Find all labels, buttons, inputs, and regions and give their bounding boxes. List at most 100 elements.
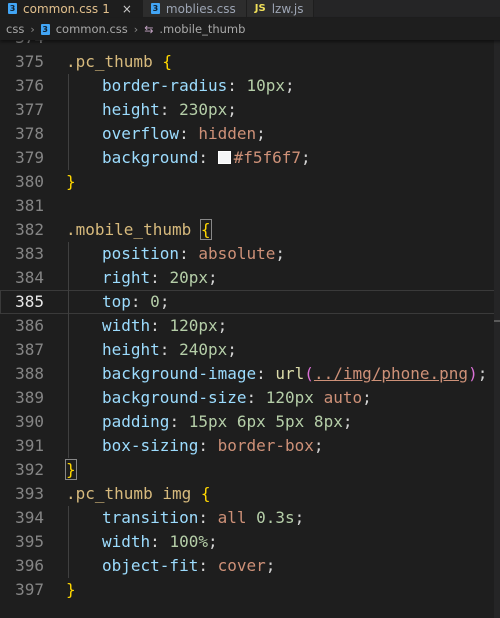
line-number: 396: [15, 556, 44, 575]
tab-lzw-js[interactable]: JS lzw.js: [246, 0, 315, 17]
semicolon: ;: [275, 244, 286, 263]
css-url-link[interactable]: ../img/phone.png: [314, 364, 468, 383]
css-rule-header: .pc_thumb img {: [66, 482, 211, 506]
code-line[interactable]: 380}: [0, 170, 500, 194]
css-declaration: background-image: url(../img/phone.png);: [102, 362, 487, 386]
line-number: 397: [15, 580, 44, 599]
code-line[interactable]: 397}: [0, 578, 500, 602]
breadcrumb-folder[interactable]: css: [6, 22, 24, 36]
code-line[interactable]: 379 background: #f5f6f7;: [0, 146, 500, 170]
line-number: 392: [15, 460, 44, 479]
open-brace: {: [200, 484, 211, 503]
css-file-icon: 3: [150, 3, 160, 14]
colon: :: [198, 508, 218, 527]
modified-count-badge: 1: [102, 1, 110, 16]
code-editor[interactable]: 374375.pc_thumb {376border-radius: 10px;…: [0, 40, 500, 618]
css-value: border-box: [217, 436, 314, 455]
code-line[interactable]: 383 position: absolute;: [0, 242, 500, 266]
code-line[interactable]: 395 width: 100%;: [0, 530, 500, 554]
line-number: 381: [15, 196, 44, 215]
code-line[interactable]: 388 background-image: url(../img/phone.pn…: [0, 362, 500, 386]
close-brace-wrap: }: [65, 458, 77, 482]
semicolon: ;: [285, 76, 295, 95]
css-property: background-size: [102, 388, 247, 407]
code-line[interactable]: 389 background-size: 120px auto;: [0, 386, 500, 410]
css-property: transition: [102, 508, 199, 527]
colon: :: [227, 76, 247, 95]
indent-guide: [68, 362, 69, 386]
code-line[interactable]: 374: [0, 40, 500, 50]
semicolon: ;: [265, 556, 276, 575]
semicolon: ;: [294, 508, 305, 527]
indent-guide: [68, 266, 69, 290]
line-number: 382: [15, 220, 44, 239]
colon: :: [179, 124, 199, 143]
breadcrumb-file[interactable]: common.css: [56, 22, 128, 36]
code-line[interactable]: 384 right: 20px;: [0, 266, 500, 290]
indent-guide: [68, 242, 69, 266]
indent-guide: [68, 410, 69, 434]
semicolon: ;: [227, 100, 237, 119]
close-icon[interactable]: ×: [122, 3, 132, 15]
code-line[interactable]: 378 overflow: hidden;: [0, 122, 500, 146]
css-declaration: background: #f5f6f7;: [102, 146, 311, 170]
close-brace: }: [65, 459, 77, 480]
breadcrumb-symbol[interactable]: .mobile_thumb: [159, 22, 245, 36]
code-line[interactable]: 382 .mobile_thumb {: [0, 218, 500, 242]
css-value: cover: [217, 556, 266, 575]
indent-guide: [68, 386, 69, 410]
code-line[interactable]: 385 top: 0;: [0, 290, 500, 314]
color-swatch[interactable]: [217, 151, 231, 164]
code-line[interactable]: 390 padding: 15px 6px 5px 8px;: [0, 410, 500, 434]
css-declaration: top: 0;: [102, 290, 169, 314]
css-function: url: [275, 364, 305, 383]
colon: :: [159, 340, 180, 359]
colon: :: [198, 436, 218, 455]
close-brace-wrap: }: [66, 578, 76, 602]
css-property: height: [102, 100, 160, 119]
line-number: 377: [15, 100, 44, 119]
code-line[interactable]: 392}: [0, 458, 500, 482]
css-selector: .pc_thumb img: [66, 484, 192, 503]
css-number: 0.3s: [256, 508, 295, 527]
css-property: box-sizing: [102, 436, 199, 455]
css-property: width: [102, 316, 151, 335]
css-value: auto: [323, 388, 363, 407]
chevron-right-icon: ›: [133, 22, 139, 36]
css-property: border-radius: [102, 76, 228, 95]
code-line[interactable]: 396 object-fit: cover;: [0, 554, 500, 578]
colon: :: [130, 292, 151, 311]
css-property: width: [102, 532, 151, 551]
code-line[interactable]: 381: [0, 194, 500, 218]
css-number: 120px: [265, 388, 314, 407]
css-number: 0: [150, 292, 160, 311]
editor-tabs: 3 common.css 1 × 3 moblies.css JS lzw.js: [0, 0, 500, 18]
code-line[interactable]: 393 .pc_thumb img {: [0, 482, 500, 506]
close-brace-wrap: }: [66, 170, 76, 194]
css-declaration: height: 240px;: [102, 338, 237, 362]
code-line[interactable]: 386 width: 120px;: [0, 314, 500, 338]
line-number: 393: [15, 484, 44, 503]
code-line[interactable]: 387 height: 240px;: [0, 338, 500, 362]
tab-label: moblies.css: [165, 1, 236, 16]
colon: :: [150, 532, 170, 551]
css-property: position: [102, 244, 180, 263]
css-property: height: [102, 340, 160, 359]
code-line[interactable]: 376 border-radius: 10px;: [0, 74, 500, 98]
tab-label: common.css: [23, 1, 99, 16]
code-line[interactable]: 375 .pc_thumb {: [0, 50, 500, 74]
tab-moblies-css[interactable]: 3 moblies.css: [142, 0, 247, 17]
paren-close: ): [468, 364, 478, 383]
css-property: object-fit: [102, 556, 199, 575]
code-line[interactable]: 394 transition: all 0.3s;: [0, 506, 500, 530]
code-line[interactable]: 391 box-sizing: border-box;: [0, 434, 500, 458]
indent-guide: [68, 74, 69, 98]
css-declaration: overflow: hidden;: [102, 122, 266, 146]
css-declaration: background-size: 120px auto;: [102, 386, 372, 410]
vertical-scrollbar[interactable]: [494, 40, 500, 618]
code-line[interactable]: 377 height: 230px;: [0, 98, 500, 122]
tab-common-css[interactable]: 3 common.css 1 ×: [0, 0, 143, 17]
css-selector: .mobile_thumb: [66, 220, 192, 239]
